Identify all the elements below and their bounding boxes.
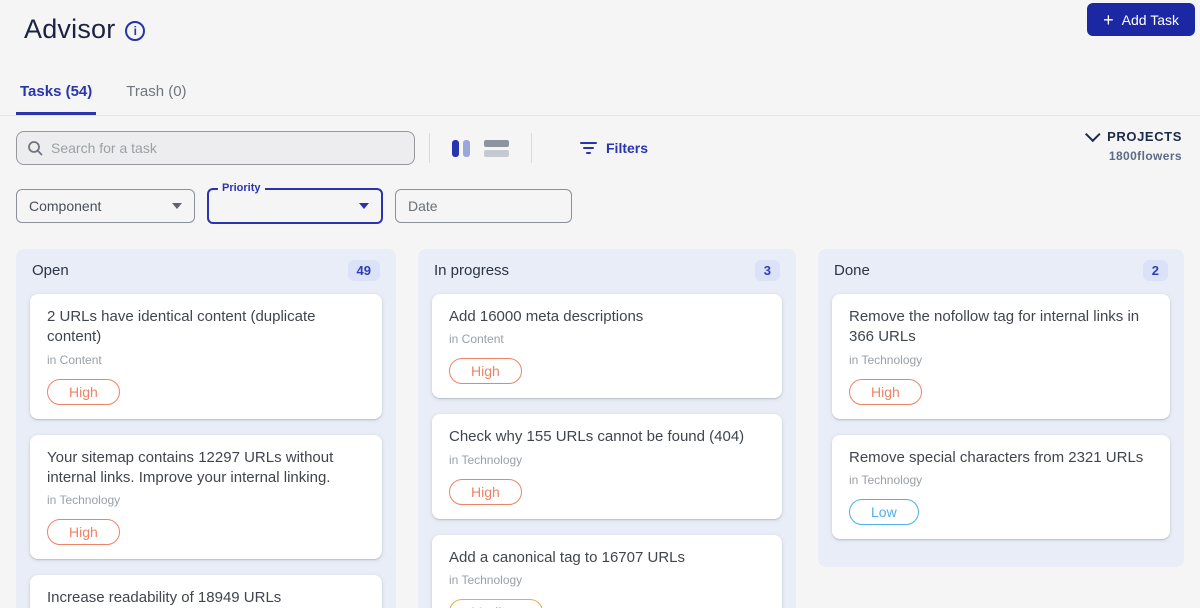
component-select-label: Component: [29, 198, 102, 214]
chevron-down-icon: [1085, 126, 1101, 143]
task-category: in Technology: [849, 352, 923, 367]
page-title-text: Advisor: [24, 14, 116, 44]
priority-badge: High: [449, 478, 522, 505]
component-select[interactable]: Component: [16, 189, 195, 223]
task-card[interactable]: Your sitemap contains 12297 URLs without…: [30, 434, 382, 559]
column-name: Done: [834, 262, 870, 279]
page-title: Advisor i: [24, 14, 146, 45]
page-header: Advisor i: [0, 0, 1200, 45]
date-input[interactable]: Date: [395, 189, 572, 223]
date-input-label: Date: [408, 198, 438, 214]
column-count-badge: 49: [347, 260, 380, 281]
task-card[interactable]: Remove the nofollow tag for internal lin…: [832, 294, 1170, 419]
search-box[interactable]: [16, 131, 415, 165]
column-count-badge: 3: [754, 260, 780, 281]
toolbar: Filters PROJECTS 1800flowers: [0, 116, 1200, 165]
column-open: Open 49 2 URLs have identical content (dup…: [16, 249, 396, 608]
column-name: In progress: [434, 262, 510, 279]
kanban-view-icon[interactable]: [452, 139, 470, 157]
column-in-progress: In progress 3 Add 16000 meta descriptions i…: [418, 249, 796, 608]
caret-down-icon: [359, 203, 369, 209]
projects-toggle[interactable]: PROJECTS: [1085, 126, 1182, 144]
add-task-button[interactable]: + Add Task: [1087, 3, 1195, 36]
projects-label: PROJECTS: [1107, 129, 1182, 144]
column-header: Done 2: [818, 249, 1184, 290]
priority-badge: High: [47, 378, 120, 405]
task-category: in Content: [47, 352, 102, 367]
filter-bar: Component Priority Date: [0, 165, 1200, 224]
task-card[interactable]: 2 URLs have identical content (duplicate…: [30, 294, 382, 419]
task-category: in Technology: [449, 452, 523, 467]
task-category: in Technology: [47, 493, 121, 507]
priority-badge: High: [849, 378, 922, 405]
divider: [531, 133, 532, 163]
column-header: Open 49: [16, 249, 396, 290]
task-card[interactable]: Check why 155 URLs cannot be found (404)…: [432, 414, 782, 519]
task-card[interactable]: Add a canonical tag to 16707 URLs in Tech…: [432, 534, 782, 608]
divider: [429, 133, 430, 163]
task-category: in Technology: [849, 472, 923, 487]
task-card[interactable]: Add 16000 meta descriptions in Content Hig…: [432, 294, 782, 399]
filters-button[interactable]: Filters: [570, 134, 658, 162]
task-card[interactable]: Remove special characters from 2321 URLs…: [832, 434, 1170, 539]
task-title: Add 16000 meta descriptions: [449, 308, 644, 325]
priority-badge: Medium: [449, 598, 543, 608]
filters-label: Filters: [606, 140, 649, 156]
tab-bar: Tasks (54) Trash (0): [0, 73, 1200, 116]
priority-select[interactable]: Priority: [207, 182, 383, 224]
priority-badge: Low: [849, 498, 919, 525]
column-count-badge: 2: [1142, 260, 1168, 281]
task-title: Add a canonical tag to 16707 URLs: [449, 548, 685, 566]
search-input[interactable]: [51, 140, 404, 156]
project-name: 1800flowers: [1108, 149, 1182, 163]
projects-area: PROJECTS 1800flowers: [1085, 126, 1182, 163]
add-task-label: Add Task: [1121, 11, 1179, 28]
view-toggle: [444, 139, 517, 157]
task-category: in Technology: [449, 572, 523, 587]
priority-badge: High: [449, 358, 522, 385]
task-title: Your sitemap contains 12297 URLs without…: [47, 448, 334, 486]
column-header: In progress 3: [418, 249, 796, 290]
task-title: Increase readability of 18949 URLs: [47, 589, 282, 606]
task-category: in Content: [449, 332, 504, 347]
task-title: Remove special characters from 2321 URLs: [849, 448, 1144, 466]
task-title: 2 URLs have identical content (duplicate…: [47, 308, 316, 346]
filter-lines-icon: [580, 142, 597, 154]
list-view-icon[interactable]: [484, 139, 509, 157]
priority-select-label: Priority: [218, 182, 265, 194]
caret-down-icon: [172, 203, 182, 209]
info-icon[interactable]: i: [125, 20, 146, 41]
task-title: Check why 155 URLs cannot be found (404): [449, 428, 745, 446]
board: Open 49 2 URLs have identical content (dup…: [0, 224, 1200, 608]
column-name: Open: [32, 262, 69, 279]
column-done: Done 2 Remove the nofollow tag for interna…: [818, 249, 1184, 567]
priority-badge: High: [47, 519, 120, 545]
search-icon: [28, 141, 43, 156]
plus-icon: +: [1103, 9, 1114, 30]
tab-trash[interactable]: Trash (0): [122, 73, 190, 115]
tab-tasks[interactable]: Tasks (54): [16, 73, 97, 115]
task-title: Remove the nofollow tag for internal lin…: [849, 308, 1140, 346]
task-card[interactable]: Increase readability of 18949 URLsin Con…: [30, 575, 382, 608]
